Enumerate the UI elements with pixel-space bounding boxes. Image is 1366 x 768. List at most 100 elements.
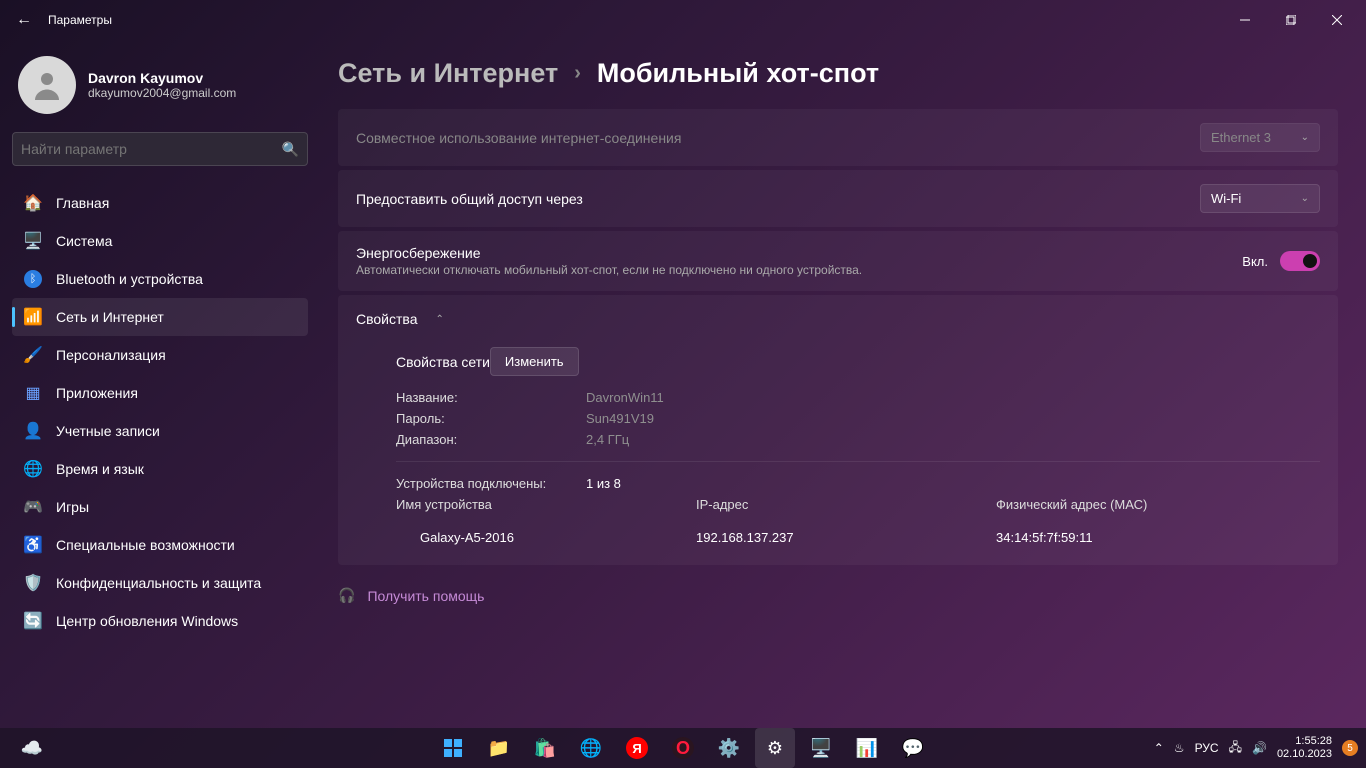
tray-volume-icon[interactable]: 🔊 — [1252, 741, 1267, 755]
tray-steam-icon[interactable]: ♨ — [1174, 741, 1185, 755]
col-mac: Физический адрес (МАС) — [996, 497, 1147, 512]
bluetooth-icon: ᛒ — [24, 270, 42, 288]
sidebar-item-label: Конфиденциальность и защита — [56, 575, 261, 591]
update-icon: 🔄 — [24, 612, 42, 630]
apps-icon: ▦ — [24, 384, 42, 402]
clock-icon: 🌐 — [24, 460, 42, 478]
taskbar: ☁️ 📁 🛍️ 🌐 Я O ⚙️ ⚙ 🖥️ 📊 💬 ⌃ ♨ РУС 🖧 🔊 1:… — [0, 728, 1366, 768]
app-icon-2[interactable]: 📊 — [847, 728, 887, 768]
user-account[interactable]: Davron Kayumov dkayumov2004@gmail.com — [12, 50, 308, 132]
user-email: dkayumov2004@gmail.com — [88, 86, 236, 100]
share-connection-dropdown[interactable]: Ethernet 3 ⌄ — [1200, 123, 1320, 152]
accessibility-icon: ♿ — [24, 536, 42, 554]
start-button[interactable] — [433, 728, 473, 768]
share-over-row: Предоставить общий доступ через Wi-Fi ⌄ — [338, 170, 1338, 227]
device-name: Galaxy-A5-2016 — [420, 530, 696, 545]
sidebar-item-network[interactable]: 📶 Сеть и Интернет — [12, 298, 308, 336]
weather-widget[interactable]: ☁️ — [12, 728, 52, 768]
tray-lang[interactable]: РУС — [1195, 741, 1219, 755]
properties-title: Свойства — [356, 311, 417, 327]
sidebar: Davron Kayumov dkayumov2004@gmail.com 🔍 … — [0, 40, 320, 728]
account-icon: 👤 — [24, 422, 42, 440]
power-sublabel: Автоматически отключать мобильный хот-сп… — [356, 263, 862, 277]
system-icon: 🖥️ — [24, 232, 42, 250]
sidebar-item-system[interactable]: 🖥️ Система — [12, 222, 308, 260]
sidebar-item-privacy[interactable]: 🛡️ Конфиденциальность и защита — [12, 564, 308, 602]
wifi-icon: 📶 — [24, 308, 42, 326]
prop-name-value: DavronWin11 — [586, 390, 664, 405]
maximize-button[interactable] — [1268, 4, 1314, 36]
device-ip: 192.168.137.237 — [696, 530, 996, 545]
prop-name-key: Название: — [396, 390, 586, 405]
breadcrumb-parent[interactable]: Сеть и Интернет — [338, 58, 558, 89]
properties-header[interactable]: Свойства ⌃ — [338, 295, 1338, 343]
edge-icon[interactable]: 🌐 — [571, 728, 611, 768]
prop-band-value: 2,4 ГГц — [586, 432, 629, 447]
help-link[interactable]: Получить помощь — [367, 588, 484, 604]
prop-band-key: Диапазон: — [396, 432, 586, 447]
properties-section: Свойства ⌃ Свойства сети Изменить Назван… — [338, 295, 1338, 565]
gaming-icon: 🎮 — [24, 498, 42, 516]
store-icon[interactable]: 🛍️ — [525, 728, 565, 768]
close-button[interactable] — [1314, 4, 1360, 36]
chevron-down-icon: ⌄ — [1301, 132, 1309, 143]
breadcrumb: Сеть и Интернет › Мобильный хот-спот — [338, 58, 1338, 89]
tray-chevron-icon[interactable]: ⌃ — [1154, 741, 1164, 755]
app-title: Параметры — [48, 13, 112, 27]
steam-icon[interactable]: ⚙️ — [709, 728, 749, 768]
sidebar-item-label: Центр обновления Windows — [56, 613, 238, 629]
sidebar-item-gaming[interactable]: 🎮Игры — [12, 488, 308, 526]
help-icon: 🎧 — [338, 587, 355, 604]
opera-icon[interactable]: O — [663, 728, 703, 768]
user-name: Davron Kayumov — [88, 70, 236, 86]
tray-clock[interactable]: 1:55:28 02.10.2023 — [1277, 735, 1332, 761]
breadcrumb-current: Мобильный хот-спот — [597, 58, 879, 89]
sidebar-item-label: Система — [56, 233, 112, 249]
sidebar-item-accessibility[interactable]: ♿Специальные возможности — [12, 526, 308, 564]
chevron-right-icon: › — [574, 62, 581, 85]
sidebar-item-label: Главная — [56, 195, 109, 211]
share-connection-label: Совместное использование интернет-соедин… — [356, 130, 681, 146]
sidebar-item-personalization[interactable]: 🖌️Персонализация — [12, 336, 308, 374]
sidebar-item-accounts[interactable]: 👤 Учетные записи — [12, 412, 308, 450]
home-icon: 🏠 — [24, 194, 42, 212]
yandex-icon[interactable]: Я — [617, 728, 657, 768]
chevron-up-icon: ⌃ — [435, 314, 443, 325]
shield-icon: 🛡️ — [24, 574, 42, 592]
tray-network-icon[interactable]: 🖧 — [1229, 738, 1242, 759]
app-icon-3[interactable]: 💬 — [893, 728, 933, 768]
sidebar-item-bluetooth[interactable]: ᛒ Bluetooth и устройства — [12, 260, 308, 298]
col-ip: IP-адрес — [696, 497, 996, 512]
dropdown-value: Ethernet 3 — [1211, 130, 1271, 145]
settings-app-icon[interactable]: ⚙ — [755, 728, 795, 768]
sidebar-item-home[interactable]: 🏠 Главная — [12, 184, 308, 222]
app-icon-1[interactable]: 🖥️ — [801, 728, 841, 768]
sidebar-item-time[interactable]: 🌐 Время и язык — [12, 450, 308, 488]
main-content: Сеть и Интернет › Мобильный хот-спот Сов… — [320, 40, 1366, 728]
minimize-button[interactable] — [1222, 4, 1268, 36]
search-icon: 🔍 — [282, 141, 299, 158]
tray-notification-badge[interactable]: 5 — [1342, 740, 1358, 756]
dropdown-value: Wi-Fi — [1211, 191, 1241, 206]
sidebar-item-label: Время и язык — [56, 461, 144, 477]
prop-pass-key: Пароль: — [396, 411, 586, 426]
sidebar-item-update[interactable]: 🔄 Центр обновления Windows — [12, 602, 308, 640]
devices-connected-key: Устройства подключены: — [396, 476, 586, 491]
search-box[interactable]: 🔍 — [12, 132, 308, 166]
share-over-label: Предоставить общий доступ через — [356, 191, 583, 207]
device-mac: 34:14:5f:7f:59:11 — [996, 530, 1093, 545]
tray-date: 02.10.2023 — [1277, 748, 1332, 761]
sidebar-item-apps[interactable]: ▦Приложения — [12, 374, 308, 412]
sidebar-item-label: Сеть и Интернет — [56, 309, 164, 325]
share-over-dropdown[interactable]: Wi-Fi ⌄ — [1200, 184, 1320, 213]
power-saving-row: Энергосбережение Автоматически отключать… — [338, 231, 1338, 291]
back-button[interactable]: ← — [6, 11, 42, 29]
prop-pass-value: Sun491V19 — [586, 411, 654, 426]
sidebar-item-label: Учетные записи — [56, 423, 160, 439]
chevron-down-icon: ⌄ — [1301, 193, 1309, 204]
sidebar-item-label: Bluetooth и устройства — [56, 271, 203, 287]
explorer-icon[interactable]: 📁 — [479, 728, 519, 768]
edit-button[interactable]: Изменить — [490, 347, 579, 376]
power-toggle[interactable] — [1280, 251, 1320, 271]
search-input[interactable] — [21, 141, 282, 157]
